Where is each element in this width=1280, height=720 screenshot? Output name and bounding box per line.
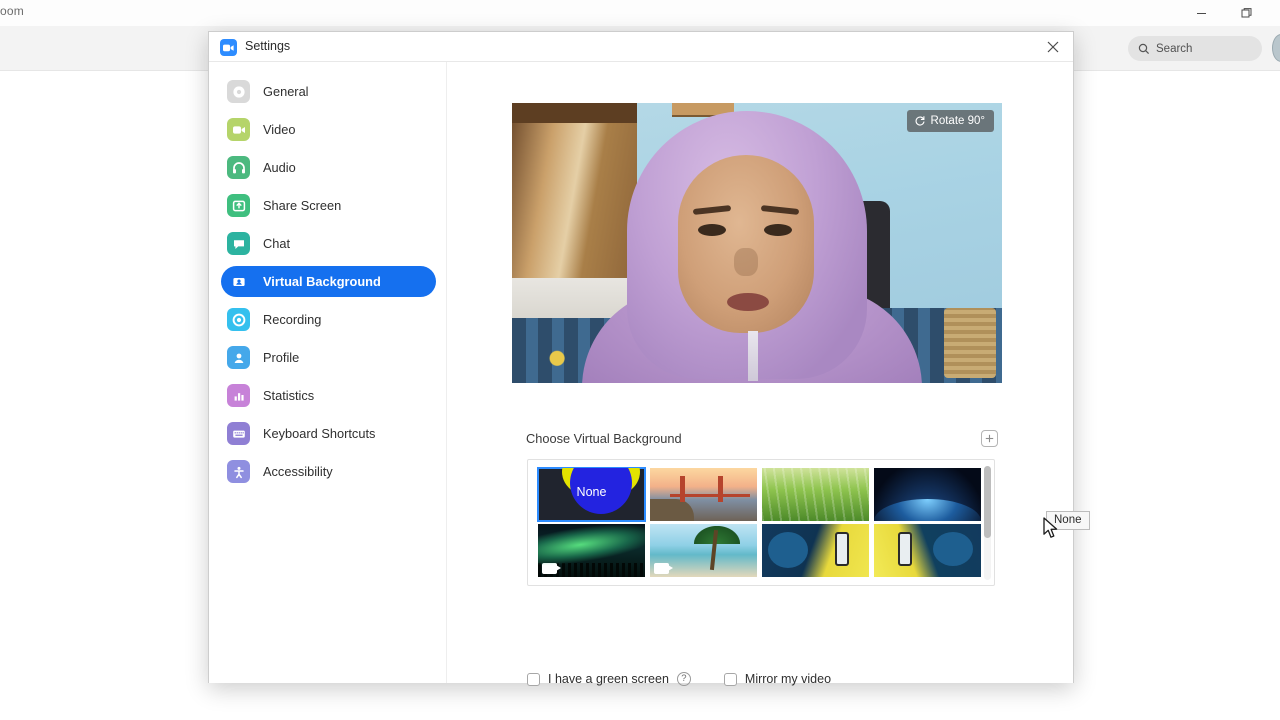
settings-sidebar: General Video Audio Share Screen Chat Virtual… bbox=[209, 62, 447, 683]
sidebar-item-label: Video bbox=[263, 122, 296, 137]
sidebar-item-label: Keyboard Shortcuts bbox=[263, 426, 376, 441]
keyboard-icon bbox=[227, 422, 250, 445]
close-button[interactable] bbox=[1033, 32, 1073, 61]
virtual-background-gallery: None bbox=[527, 459, 995, 586]
close-icon bbox=[1047, 41, 1059, 52]
sidebar-item-virtual-background[interactable]: Virtual Background bbox=[221, 266, 436, 297]
background-thumbnail[interactable] bbox=[650, 524, 757, 577]
search-placeholder: Search bbox=[1156, 42, 1193, 55]
video-preview: Rotate 90° bbox=[512, 103, 1002, 383]
background-options: I have a green screen ? Mirror my video bbox=[527, 672, 831, 686]
eye-right bbox=[764, 224, 792, 236]
video-badge-icon bbox=[654, 563, 673, 574]
dialog-titlebar: Settings bbox=[209, 32, 1073, 62]
question-mark-icon[interactable]: ? bbox=[676, 672, 691, 686]
sidebar-item-label: Accessibility bbox=[263, 464, 333, 479]
zipper bbox=[748, 331, 758, 381]
mirror-video-checkbox[interactable]: Mirror my video bbox=[723, 672, 832, 686]
sidebar-item-label: Share Screen bbox=[263, 198, 342, 213]
mouse-pointer-icon bbox=[1043, 517, 1060, 545]
sidebar-item-label: Virtual Background bbox=[263, 274, 381, 289]
sidebar-item-keyboard-shortcuts[interactable]: Keyboard Shortcuts bbox=[221, 418, 436, 449]
mirror-video-label: Mirror my video bbox=[744, 672, 832, 686]
sidebar-item-label: General bbox=[263, 84, 309, 99]
plus-icon bbox=[985, 434, 994, 443]
basket bbox=[944, 308, 996, 378]
sidebar-item-profile[interactable]: Profile bbox=[221, 342, 436, 373]
background-thumbnail[interactable]: None bbox=[537, 467, 646, 522]
rotate-button-label: Rotate 90° bbox=[930, 115, 985, 127]
accessibility-icon bbox=[227, 460, 250, 483]
sidebar-item-label: Profile bbox=[263, 350, 300, 365]
sidebar-item-label: Statistics bbox=[263, 388, 315, 403]
video-camera-icon bbox=[227, 118, 250, 141]
zoom-logo-icon bbox=[220, 39, 237, 56]
virtual-background-header: Choose Virtual Background bbox=[526, 430, 998, 447]
dialog-title: Settings bbox=[245, 39, 291, 53]
share-screen-icon bbox=[227, 194, 250, 217]
checkbox-box bbox=[723, 672, 737, 686]
window-minimize-button[interactable] bbox=[1178, 0, 1224, 26]
sidebar-item-label: Audio bbox=[263, 160, 296, 175]
host-window-titlebar: oom bbox=[0, 0, 1280, 26]
green-screen-label: I have a green screen bbox=[548, 672, 669, 686]
minimize-icon bbox=[1196, 12, 1206, 14]
background-thumbnail[interactable] bbox=[762, 524, 869, 577]
search-icon bbox=[1138, 43, 1150, 54]
gallery-scrollbar-thumb[interactable] bbox=[984, 466, 991, 538]
headphones-icon bbox=[227, 156, 250, 179]
background-thumbnail[interactable] bbox=[874, 524, 981, 577]
bar-chart-icon bbox=[227, 384, 250, 407]
host-window-title: oom bbox=[0, 4, 24, 18]
section-title: Choose Virtual Background bbox=[526, 431, 682, 446]
sidebar-item-recording[interactable]: Recording bbox=[221, 304, 436, 335]
rotate-icon bbox=[915, 116, 925, 126]
eye-left bbox=[698, 224, 726, 236]
chat-bubble-icon bbox=[227, 232, 250, 255]
sidebar-item-audio[interactable]: Audio bbox=[221, 152, 436, 183]
search-input[interactable]: Search bbox=[1128, 36, 1262, 61]
background-thumbnail[interactable] bbox=[762, 468, 869, 521]
record-circle-icon bbox=[227, 308, 250, 331]
add-background-button[interactable] bbox=[981, 430, 998, 447]
none-thumbnail-label: None bbox=[576, 485, 607, 499]
sidebar-item-accessibility[interactable]: Accessibility bbox=[221, 456, 436, 487]
camera-feed bbox=[512, 103, 1002, 383]
nose bbox=[734, 248, 758, 276]
sidebar-item-label: Chat bbox=[263, 236, 291, 251]
sidebar-item-general[interactable]: General bbox=[221, 76, 436, 107]
gear-icon bbox=[227, 80, 250, 103]
rotate-90-button[interactable]: Rotate 90° bbox=[906, 110, 994, 132]
background-thumbnail[interactable] bbox=[874, 468, 981, 521]
gallery-scrollbar[interactable] bbox=[984, 466, 991, 580]
checkbox-box bbox=[527, 672, 540, 686]
mouth bbox=[727, 293, 769, 311]
settings-content: Rotate 90° Choose Virtual Background Non… bbox=[447, 62, 1090, 686]
restore-icon bbox=[1241, 8, 1252, 18]
settings-dialog: Settings General Video Audio Share Screen Ch… bbox=[208, 31, 1090, 686]
background-thumbnail[interactable] bbox=[650, 468, 757, 521]
wardrobe-top bbox=[512, 103, 637, 123]
person-icon bbox=[227, 346, 250, 369]
sidebar-item-share-screen[interactable]: Share Screen bbox=[221, 190, 436, 221]
sidebar-item-label: Recording bbox=[263, 312, 322, 327]
window-restore-button[interactable] bbox=[1224, 0, 1270, 26]
sidebar-item-statistics[interactable]: Statistics bbox=[221, 380, 436, 411]
dialog-body: General Video Audio Share Screen Chat Virtual… bbox=[209, 62, 1090, 686]
sidebar-item-video[interactable]: Video bbox=[221, 114, 436, 145]
background-thumbnail[interactable] bbox=[538, 524, 645, 577]
person-card-icon bbox=[227, 270, 250, 293]
thumbnail-grid: None bbox=[537, 467, 981, 577]
green-screen-checkbox[interactable]: I have a green screen bbox=[527, 672, 669, 686]
video-badge-icon bbox=[542, 563, 561, 574]
sidebar-item-chat[interactable]: Chat bbox=[221, 228, 436, 259]
